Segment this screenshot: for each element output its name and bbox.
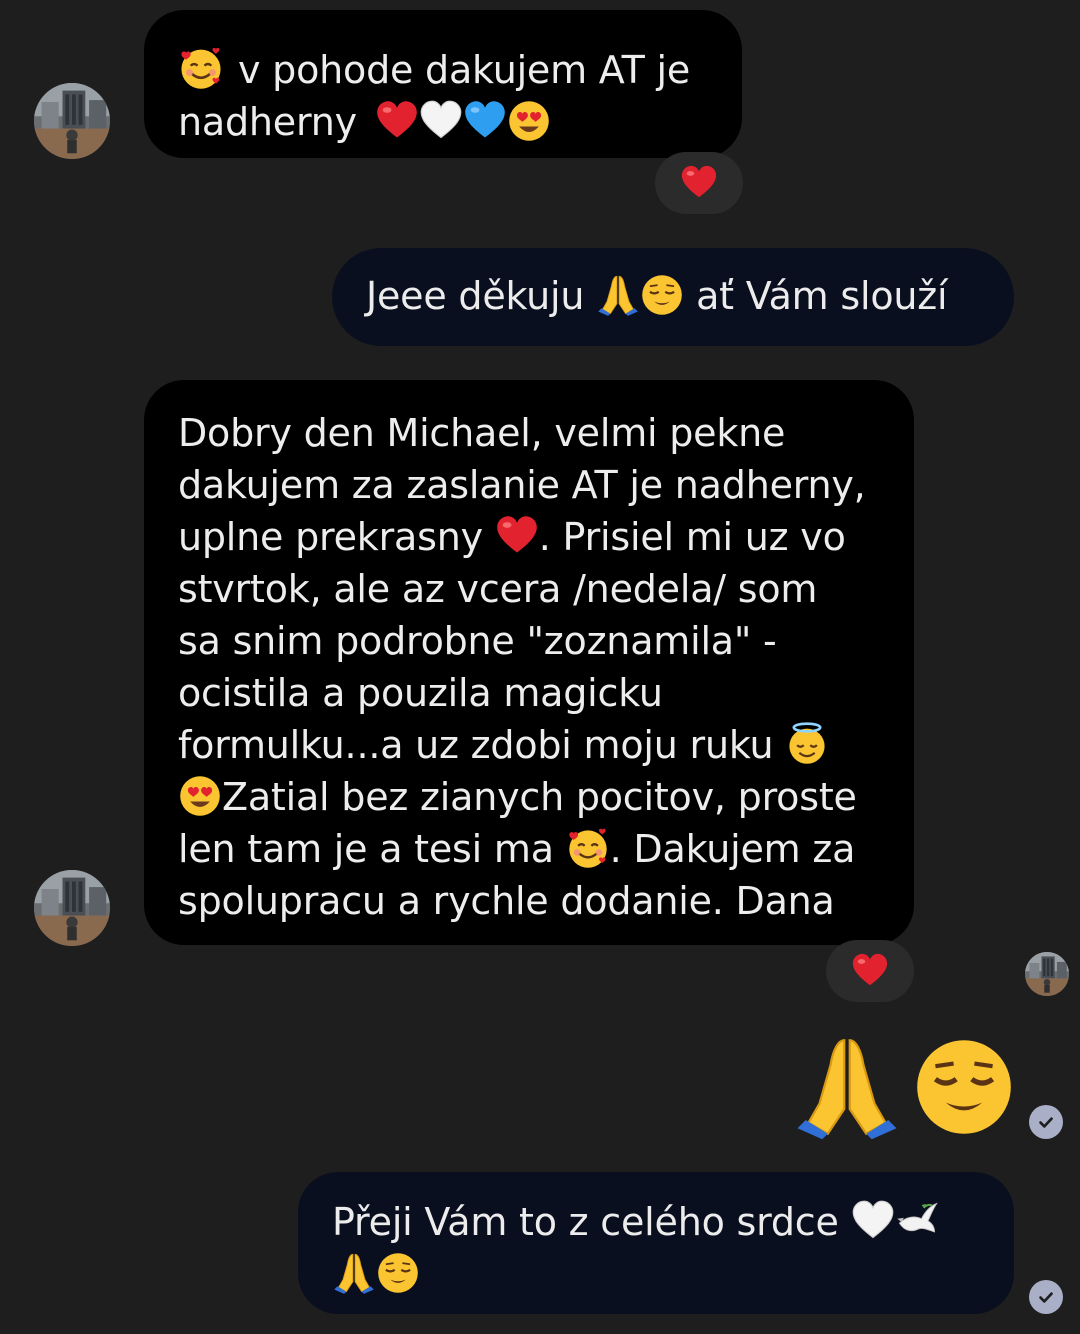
message-line: nadherny [178, 96, 712, 148]
message-line: Zatial bez zianych pocitov, proste [178, 771, 894, 823]
folded-hands-icon [792, 1032, 902, 1142]
message-bubble-outgoing-1[interactable]: Jeee děkuju ať Vám slouží [332, 248, 1014, 346]
read-receipt-check-icon [1029, 1105, 1063, 1139]
smiling-face-with-hearts-icon [566, 826, 610, 870]
message-bubble-incoming-2[interactable]: Dobry den Michael, velmi pekne dakujem z… [144, 380, 914, 945]
relieved-face-icon [376, 1251, 420, 1295]
avatar-photo-icon [1025, 952, 1069, 996]
smiling-face-with-halo-icon [785, 722, 829, 766]
contact-avatar[interactable] [34, 83, 110, 159]
red-heart-icon [495, 514, 539, 558]
folded-hands-icon [596, 273, 640, 317]
heart-eyes-face-icon [507, 99, 551, 143]
dove-icon [895, 1199, 939, 1243]
reaction-pill[interactable] [655, 152, 743, 214]
avatar-photo-icon [34, 83, 110, 159]
red-heart-icon [375, 99, 419, 143]
smiling-face-with-hearts-icon [178, 45, 224, 91]
message-line: Dobry den Michael, velmi pekne [178, 411, 786, 455]
message-big-emoji[interactable] [792, 1032, 1016, 1142]
message-line: stvrtok, ale az vcera /nedela/ som [178, 567, 818, 611]
relieved-face-icon [912, 1035, 1016, 1139]
message-line [332, 1248, 984, 1300]
relieved-face-icon [640, 273, 684, 317]
message-line: v pohode dakujem AT je [178, 44, 712, 96]
reaction-pill[interactable] [826, 940, 914, 1002]
message-line: len tam je a tesi ma . Dakujem za [178, 826, 856, 871]
contact-avatar[interactable] [34, 870, 110, 946]
message-line: Přeji Vám to z celého srdce [332, 1196, 984, 1248]
message-bubble-incoming-1[interactable]: v pohode dakujem AT je nadherny [144, 10, 742, 158]
message-line: Jeee děkuju ať Vám slouží [366, 273, 948, 318]
white-heart-icon [419, 99, 463, 143]
seen-by-avatar [1025, 952, 1069, 996]
read-receipt-check-icon [1029, 1280, 1063, 1314]
message-line: uplne prekrasny . Prisiel mi uz vo [178, 514, 846, 559]
message-line: ocistila a pouzila magicku [178, 671, 663, 715]
message-bubble-outgoing-2[interactable]: Přeji Vám to z celého srdce [298, 1172, 1014, 1314]
avatar-photo-icon [34, 870, 110, 946]
message-line: dakujem za zaslanie AT je nadherny, [178, 463, 866, 507]
blue-heart-icon [463, 99, 507, 143]
white-heart-icon [851, 1199, 895, 1243]
red-heart-icon [680, 164, 718, 202]
message-line: sa snim podrobne "zoznamila" - [178, 619, 777, 663]
folded-hands-icon [332, 1251, 376, 1295]
message-line: spolupracu a rychle dodanie. Dana [178, 879, 835, 923]
heart-eyes-face-icon [178, 774, 222, 818]
message-line: formulku...a uz zdobi moju ruku [178, 719, 894, 771]
red-heart-icon [851, 952, 889, 990]
